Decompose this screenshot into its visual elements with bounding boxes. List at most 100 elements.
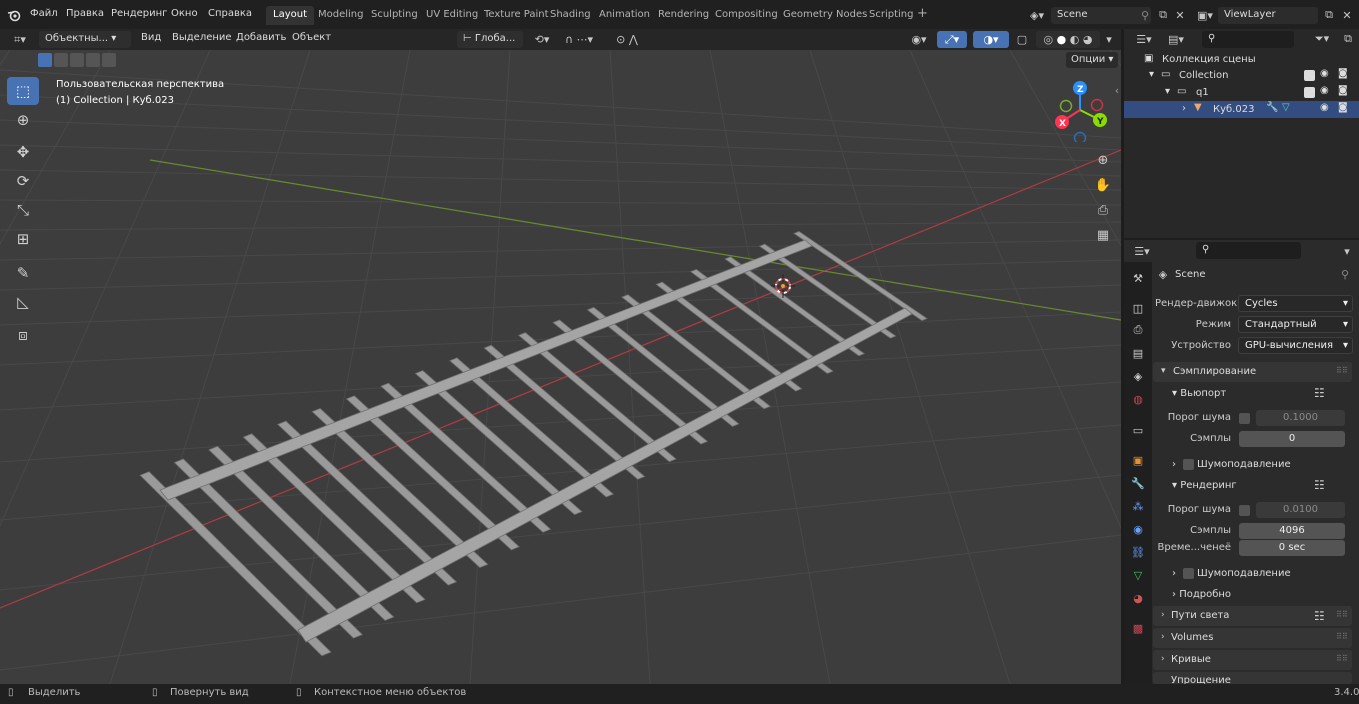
new-scene-icon[interactable]: ⧉ (1155, 7, 1171, 23)
menu-edit[interactable]: Правка (66, 8, 104, 19)
particles-tab-icon[interactable]: ⁂ (1129, 497, 1147, 515)
mode-dropdown[interactable]: Стандартный ▾ (1238, 316, 1353, 333)
outliner-row-cube023[interactable]: › ▼ Куб.023 🔧 ▽ ◉ ◙ (1124, 101, 1359, 118)
r-noise-threshold-field[interactable]: 0.0100 (1256, 502, 1345, 518)
tab-compositing[interactable]: Compositing (708, 6, 785, 25)
properties-options-icon[interactable]: ▾ (1340, 243, 1354, 259)
camera-view-icon[interactable]: ⎙ (1093, 200, 1113, 220)
material-shading-icon[interactable]: ◐ (1070, 33, 1080, 46)
move-tool-icon[interactable]: ✥ (7, 138, 39, 166)
sidebar-collapse-icon[interactable]: ‹ (1113, 82, 1121, 98)
pan-hand-icon[interactable]: ✋ (1093, 175, 1113, 195)
mode-selector[interactable]: Объектны... ▾ (39, 31, 131, 48)
collection-tab-icon[interactable]: ▭ (1129, 421, 1147, 439)
rendered-shading-icon[interactable]: ◕ (1083, 33, 1093, 46)
drag-handle-icon[interactable]: ⠿⠿ (1336, 366, 1348, 375)
expand-arrow-icon[interactable]: ▾ (1165, 86, 1170, 97)
delete-view-layer-icon[interactable]: ✕ (1340, 7, 1354, 23)
render-camera-icon[interactable]: ◙ (1338, 68, 1348, 79)
visibility-eye-icon[interactable]: ◉ (1320, 85, 1329, 96)
outliner-row-collection[interactable]: ▾ ▭ Collection ◉ ◙ (1124, 67, 1359, 84)
outliner-search-input[interactable]: ⚲ (1202, 31, 1294, 48)
vp-noise-threshold-field[interactable]: 0.1000 (1256, 410, 1345, 426)
zoom-icon[interactable]: ⊕ (1093, 150, 1113, 170)
r-denoise-subpanel-header[interactable]: › (1172, 568, 1176, 579)
view-layer-field[interactable]: ViewLayer (1218, 7, 1318, 24)
delete-scene-icon[interactable]: ✕ (1173, 7, 1187, 23)
visibility-eye-icon[interactable]: ◉ (1320, 68, 1329, 79)
device-dropdown[interactable]: GPU-вычисления ▾ (1238, 337, 1353, 354)
modifiers-tab-icon[interactable]: 🔧 (1129, 474, 1147, 492)
pivot-point-icon[interactable]: ⟲▾ (529, 31, 555, 48)
view-layer-tab-icon[interactable]: ▤ (1129, 344, 1147, 362)
object-tab-icon[interactable]: ▣ (1129, 451, 1147, 469)
visibility-icon[interactable]: ◉▾ (906, 31, 932, 48)
new-view-layer-icon[interactable]: ⧉ (1321, 7, 1337, 23)
vp-samples-field[interactable]: 0 (1239, 431, 1345, 447)
measure-tool-icon[interactable]: ◺ (7, 288, 39, 316)
pin-icon[interactable]: ⚲ (1338, 267, 1352, 281)
add-cube-tool-icon[interactable]: ⧈ (7, 321, 39, 349)
physics-tab-icon[interactable]: ◉ (1129, 520, 1147, 538)
menu-render[interactable]: Рендеринг (111, 8, 167, 19)
presets-list-icon[interactable]: ☷ (1314, 478, 1325, 492)
visibility-eye-icon[interactable]: ◉ (1320, 102, 1329, 113)
menu-help[interactable]: Справка (208, 8, 252, 19)
texture-tab-icon[interactable]: ▩ (1129, 619, 1147, 637)
menu-add[interactable]: Добавить (236, 32, 286, 48)
render-camera-icon[interactable]: ◙ (1338, 85, 1348, 96)
volumes-panel-header[interactable]: Volumes (1153, 628, 1352, 648)
display-mode-icon[interactable]: ▤▾ (1164, 31, 1188, 47)
annotate-tool-icon[interactable]: ✎ (7, 259, 39, 287)
wireframe-shading-icon[interactable]: ◎ (1044, 33, 1054, 46)
vp-denoise-subpanel-header[interactable]: › (1172, 459, 1176, 470)
data-tab-icon[interactable]: ▽ (1129, 566, 1147, 584)
presets-list-icon[interactable]: ☷ (1314, 386, 1325, 400)
navigation-gizmo[interactable]: Z Y X (1050, 78, 1114, 142)
snap-icon[interactable]: ∩ ⋯▾ (557, 31, 601, 48)
exclude-checkbox[interactable] (1304, 87, 1315, 98)
r-samples-field[interactable]: 4096 (1239, 523, 1345, 539)
world-tab-icon[interactable]: ◍ (1129, 390, 1147, 408)
menu-file[interactable]: Файл (30, 8, 58, 19)
view-layer-icon[interactable]: ▣▾ (1193, 7, 1217, 23)
sampling-panel-header[interactable]: Сэмплирование (1153, 362, 1352, 382)
vp-noise-threshold-checkbox[interactable] (1239, 413, 1250, 424)
advanced-subpanel-header[interactable]: › Подробно (1172, 589, 1231, 600)
select-extend-icon[interactable] (54, 53, 68, 67)
gizmo-toggle-icon[interactable]: ⤢▾ (937, 31, 967, 48)
properties-editor-type-icon[interactable]: ☰▾ (1130, 243, 1154, 259)
presets-list-icon[interactable]: ☷ (1314, 609, 1325, 623)
mesh-data-icon[interactable]: ▽ (1282, 102, 1290, 113)
outliner-row-scene-collection[interactable]: ▣ Коллекция сцены (1124, 51, 1359, 68)
blender-logo-icon[interactable] (6, 7, 22, 23)
transform-tool-icon[interactable]: ⊞ (7, 225, 39, 253)
vp-denoise-checkbox[interactable] (1183, 459, 1194, 470)
rotate-tool-icon[interactable]: ⟳ (7, 167, 39, 195)
exclude-checkbox[interactable] (1304, 70, 1315, 81)
tab-layout[interactable]: Layout (266, 6, 314, 25)
tab-scripting[interactable]: Scripting (862, 6, 920, 25)
cursor-tool-icon[interactable]: ⊕ (7, 106, 39, 134)
r-noise-threshold-checkbox[interactable] (1239, 505, 1250, 516)
tab-sculpting[interactable]: Sculpting (364, 6, 425, 25)
shading-options-icon[interactable]: ▾ (1102, 31, 1116, 48)
menu-select[interactable]: Выделение (172, 32, 232, 48)
r-denoise-checkbox[interactable] (1183, 568, 1194, 579)
render-camera-icon[interactable]: ◙ (1338, 102, 1348, 113)
drag-handle-icon[interactable]: ⠿⠿ (1336, 610, 1348, 619)
options-dropdown[interactable]: Опции ▾ (1066, 52, 1118, 68)
select-new-icon[interactable] (38, 53, 52, 67)
tab-animation[interactable]: Animation (592, 6, 657, 25)
drag-handle-icon[interactable]: ⠿⠿ (1336, 654, 1348, 663)
r-time-limit-field[interactable]: 0 sec (1239, 540, 1345, 556)
add-workspace-button[interactable]: + (917, 6, 928, 21)
tab-geometry-nodes[interactable]: Geometry Nodes (776, 6, 874, 25)
solid-shading-icon[interactable]: ● (1057, 33, 1067, 46)
overlays-toggle-icon[interactable]: ◑▾ (973, 31, 1009, 48)
menu-object[interactable]: Объект (292, 32, 331, 48)
scene-selector-icon[interactable]: ◈▾ (1025, 7, 1049, 23)
render-subpanel-header[interactable]: ▾ Рендеринг (1172, 480, 1237, 491)
render-engine-dropdown[interactable]: Cycles ▾ (1238, 295, 1353, 312)
simplify-panel-header[interactable]: Упрощение (1153, 672, 1352, 684)
